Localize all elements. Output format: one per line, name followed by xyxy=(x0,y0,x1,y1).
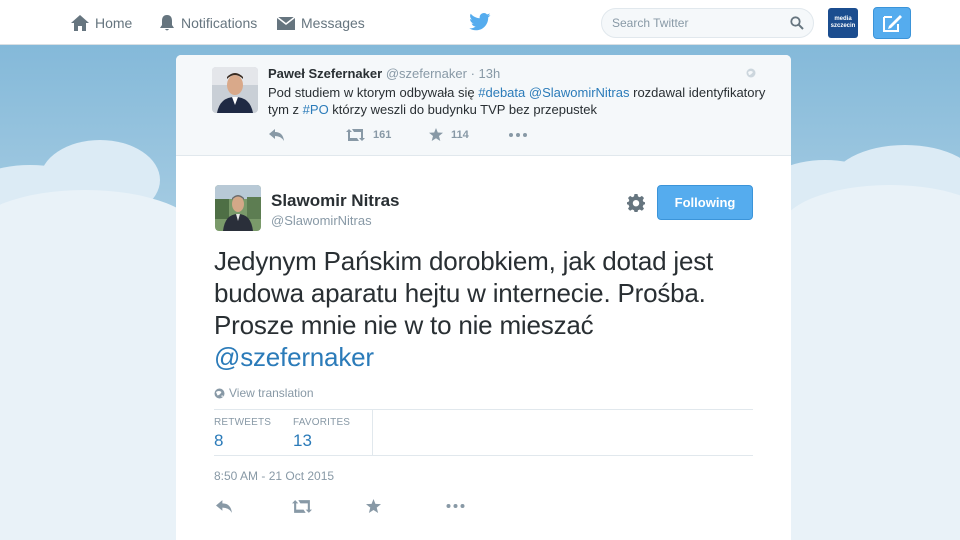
main-tweet-body: Jedynym Pańskim dorobkiem, jak dotad jes… xyxy=(214,246,714,340)
account-avatar[interactable]: media szczecin xyxy=(828,8,858,38)
retweet-icon xyxy=(346,128,365,141)
main-author-handle[interactable]: @SlawomirNitras xyxy=(271,213,372,228)
mention-slawomirnitras[interactable]: @SlawomirNitras xyxy=(529,85,630,100)
view-translation-label: View translation xyxy=(229,386,314,400)
search-box xyxy=(601,8,814,38)
following-button-label: Following xyxy=(674,195,736,210)
parent-timestamp[interactable]: 13h xyxy=(479,66,501,81)
compose-icon xyxy=(883,15,902,32)
mention-szefernaker[interactable]: @szefernaker xyxy=(214,342,374,372)
parent-favorite-count: 114 xyxy=(451,128,469,141)
nav-notifications-label: Notifications xyxy=(181,15,258,31)
view-translation-link[interactable]: View translation xyxy=(214,386,314,400)
top-navigation-bar: Home Notifications Messages media szczec… xyxy=(0,0,960,45)
parent-avatar[interactable] xyxy=(212,67,258,113)
retweet-icon xyxy=(292,499,312,513)
tweet-stats: RETWEETS 8 FAVORITES 13 xyxy=(214,409,753,456)
parent-retweet-button[interactable]: 161 xyxy=(346,128,429,141)
parent-retweet-count: 161 xyxy=(373,128,392,141)
retweets-count: 8 xyxy=(214,431,224,450)
parent-text-part-3: którzy weszli do budynku TVP bez przepus… xyxy=(328,102,598,117)
parent-favorite-button[interactable]: 114 xyxy=(429,128,509,141)
search-input[interactable] xyxy=(612,15,782,31)
parent-reply-button[interactable] xyxy=(269,128,346,141)
parent-actions: 161 114 xyxy=(269,128,535,141)
globe-icon xyxy=(746,68,756,78)
envelope-icon xyxy=(276,16,296,30)
main-actions xyxy=(216,499,473,513)
parent-text-part-1: Pod studiem w ktorym odbywała się xyxy=(268,85,479,100)
main-author-name[interactable]: Slawomir Nitras xyxy=(271,191,400,211)
more-dots-icon xyxy=(509,132,527,137)
nav-messages[interactable]: Messages xyxy=(276,13,365,33)
favorites-stat[interactable]: FAVORITES 13 xyxy=(293,417,350,451)
home-icon xyxy=(71,15,89,31)
retweets-label: RETWEETS xyxy=(214,417,272,428)
reply-icon xyxy=(269,128,284,141)
retweet-button[interactable] xyxy=(292,499,366,513)
reply-button[interactable] xyxy=(216,499,292,513)
retweets-stat[interactable]: RETWEETS 8 xyxy=(214,417,271,451)
tweet-modal: Paweł Szefernaker @szefernaker · 13h Pod… xyxy=(176,55,791,540)
hashtag-po[interactable]: #PO xyxy=(303,102,329,117)
search-icon[interactable] xyxy=(790,16,804,30)
parent-author-name[interactable]: Paweł Szefernaker xyxy=(268,66,382,81)
star-icon xyxy=(366,499,381,513)
favorite-button[interactable] xyxy=(366,499,446,513)
reply-icon xyxy=(216,499,232,513)
nav-messages-label: Messages xyxy=(301,15,365,31)
nav-notifications[interactable]: Notifications xyxy=(158,13,257,33)
more-button[interactable] xyxy=(446,504,473,508)
favorites-label: FAVORITES xyxy=(293,417,351,428)
main-author-avatar[interactable] xyxy=(215,185,261,231)
parent-tweet[interactable]: Paweł Szefernaker @szefernaker · 13h Pod… xyxy=(176,55,791,156)
nav-home-label: Home xyxy=(95,15,133,31)
parent-more-button[interactable] xyxy=(509,132,535,137)
main-tweet-timestamp[interactable]: 8:50 AM - 21 Oct 2015 xyxy=(214,469,334,483)
star-icon xyxy=(429,128,443,141)
favorites-count: 13 xyxy=(293,431,312,450)
separator-dot: · xyxy=(470,66,475,81)
main-tweet-text: Jedynym Pańskim dorobkiem, jak dotad jes… xyxy=(214,245,754,373)
globe-icon xyxy=(214,388,225,398)
bell-icon xyxy=(160,15,174,31)
account-avatar-text: media szczecin xyxy=(830,16,856,29)
hashtag-debata[interactable]: #debata xyxy=(478,85,525,100)
parent-author-handle[interactable]: @szefernaker xyxy=(386,66,467,81)
more-dots-icon xyxy=(446,504,465,508)
parent-tweet-text: Pod studiem w ktorym odbywała się #debat… xyxy=(268,84,768,118)
compose-tweet-button[interactable] xyxy=(873,7,911,39)
stats-divider xyxy=(372,410,373,455)
twitter-bird-icon[interactable] xyxy=(469,13,491,31)
gear-icon[interactable] xyxy=(627,194,645,212)
parent-header: Paweł Szefernaker @szefernaker · 13h xyxy=(268,66,500,81)
nav-home[interactable]: Home xyxy=(70,13,132,33)
following-button[interactable]: Following xyxy=(657,185,753,220)
